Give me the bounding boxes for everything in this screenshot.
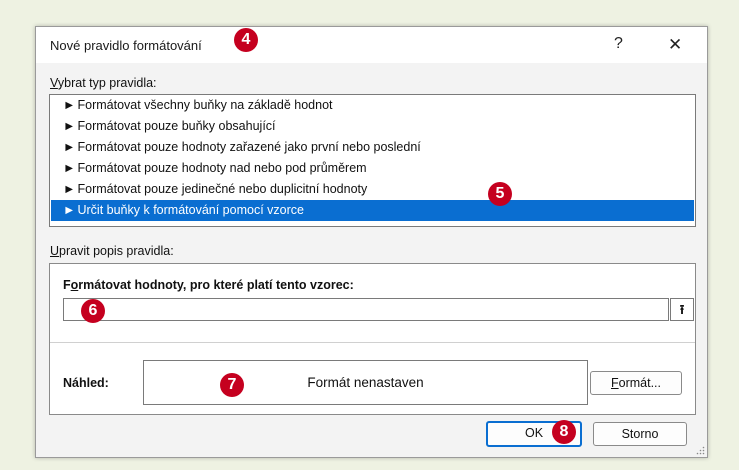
badge-6: 6 — [81, 299, 105, 323]
collapse-dialog-icon[interactable]: ⭱ — [670, 298, 694, 321]
preview-label: Náhled: — [63, 376, 109, 390]
rule-description-section-label: Upravit popis pravidla: — [50, 244, 174, 258]
arrow-icon: ► — [63, 203, 76, 217]
rule-type-label: Formátovat pouze buňky obsahující — [77, 119, 276, 133]
format-preview: Formát nenastaven — [143, 360, 588, 405]
rule-type-label: Formátovat pouze hodnoty nad nebo pod pr… — [77, 161, 367, 175]
format-button[interactable]: Formát... — [590, 371, 682, 395]
rule-type-label: Formátovat pouze jedinečné nebo duplicit… — [77, 182, 368, 196]
rule-type-item-all-cells[interactable]: ► Formátovat všechny buňky na základě ho… — [51, 95, 694, 116]
badge-7: 7 — [220, 373, 244, 397]
help-button[interactable]: ? — [614, 35, 623, 53]
badge-5: 5 — [488, 182, 512, 206]
arrow-icon: ► — [63, 161, 76, 175]
rule-type-item-above-below-average[interactable]: ► Formátovat pouze hodnoty nad nebo pod … — [51, 158, 694, 179]
rule-type-item-use-formula[interactable]: ► Určit buňky k formátování pomocí vzorc… — [51, 200, 694, 221]
close-button[interactable]: ✕ — [668, 35, 682, 55]
resize-grip-icon[interactable] — [696, 446, 705, 455]
rule-description-panel: Formátovat hodnoty, pro které platí tent… — [49, 263, 696, 415]
title-bar: Nové pravidlo formátování ? ✕ — [36, 27, 707, 63]
rule-type-item-cells-containing[interactable]: ► Formátovat pouze buňky obsahující — [51, 116, 694, 137]
arrow-icon: ► — [63, 140, 76, 154]
badge-8: 8 — [552, 420, 576, 444]
rule-type-label: Formátovat všechny buňky na základě hodn… — [77, 98, 333, 112]
divider — [50, 342, 695, 343]
arrow-icon: ► — [63, 119, 76, 133]
arrow-icon: ► — [63, 98, 76, 112]
rule-type-label: Formátovat pouze hodnoty zařazené jako p… — [77, 140, 421, 154]
rule-type-item-unique-duplicate[interactable]: ► Formátovat pouze jedinečné nebo duplic… — [51, 179, 694, 200]
rule-type-list[interactable]: ► Formátovat všechny buňky na základě ho… — [49, 94, 696, 227]
dialog-title: Nové pravidlo formátování — [50, 38, 202, 53]
rule-type-label: Určit buňky k formátování pomocí vzorce — [77, 203, 304, 217]
cancel-button[interactable]: Storno — [593, 422, 687, 446]
formula-label: Formátovat hodnoty, pro které platí tent… — [63, 278, 354, 292]
formula-input[interactable] — [63, 298, 669, 321]
rule-type-section-label: Vybrat typ pravidla: — [50, 76, 157, 90]
badge-4: 4 — [234, 28, 258, 52]
arrow-icon: ► — [63, 182, 76, 196]
rule-type-item-top-bottom[interactable]: ► Formátovat pouze hodnoty zařazené jako… — [51, 137, 694, 158]
new-formatting-rule-dialog: Nové pravidlo formátování ? ✕ Vybrat typ… — [35, 26, 708, 458]
